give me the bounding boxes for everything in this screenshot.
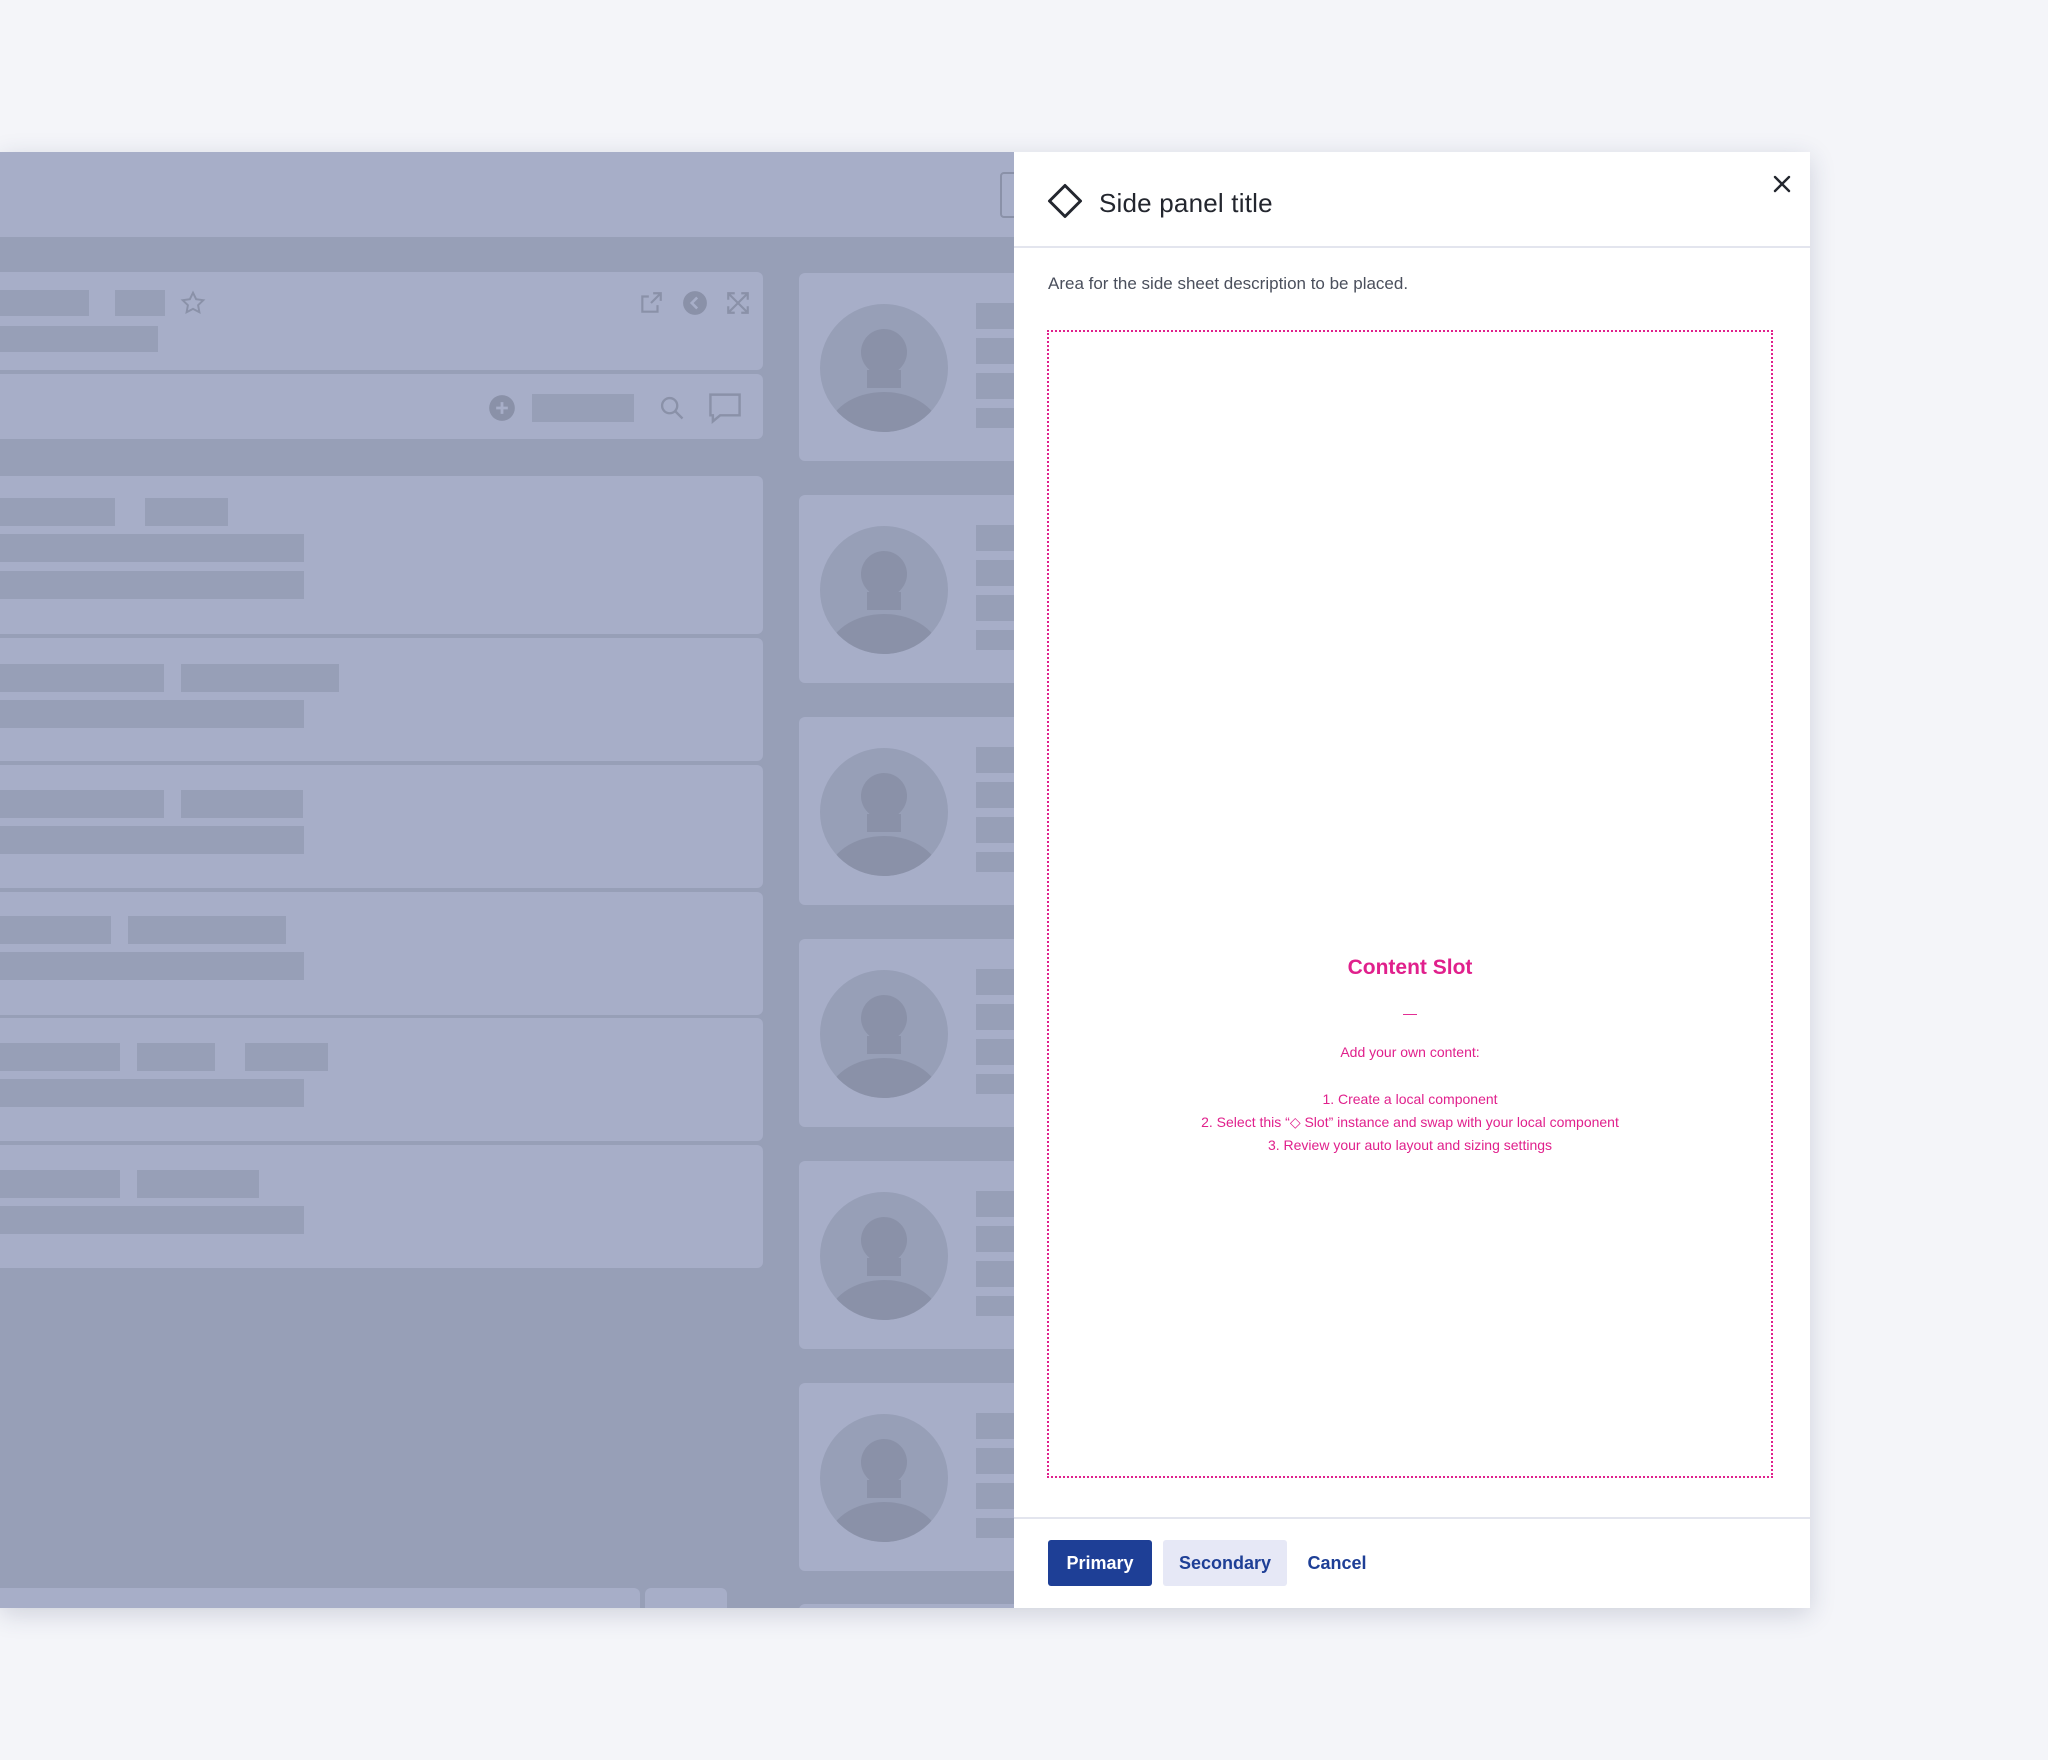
avatar-icon (820, 1414, 948, 1542)
back-icon (683, 291, 707, 315)
background-profile-card (799, 1161, 1014, 1349)
background-footer-card (645, 1588, 727, 1608)
diamond-icon (1048, 184, 1082, 218)
background-list-card (0, 1018, 763, 1141)
external-link-icon (641, 292, 662, 313)
primary-button[interactable]: Primary (1048, 1540, 1152, 1586)
avatar-icon (820, 1192, 948, 1320)
content-slot-steps: 1. Create a local component 2. Select th… (1049, 1088, 1771, 1157)
background-profile-card (799, 495, 1014, 683)
side-panel-description: Area for the side sheet description to b… (1048, 274, 1409, 293)
side-panel-header: Side panel title (1014, 152, 1810, 248)
background-list-card (0, 892, 763, 1015)
content-slot-step: 1. Create a local component (1322, 1091, 1498, 1107)
background-app-overlay[interactable] (0, 152, 1014, 1608)
background-top-bar (0, 152, 1014, 237)
add-icon (489, 395, 515, 421)
background-profile-card (799, 717, 1014, 905)
secondary-button[interactable]: Secondary (1163, 1540, 1287, 1586)
content-slot-title: Content Slot (1347, 956, 1473, 979)
star-icon (180, 290, 206, 315)
background-profile-card (799, 1383, 1014, 1571)
background-profile-card (799, 939, 1014, 1127)
content-slot-intro: Add your own content: (1340, 1044, 1480, 1060)
background-footer-card (799, 1604, 1014, 1608)
avatar-icon (820, 304, 948, 432)
avatar-icon (820, 748, 948, 876)
background-footer-card (0, 1588, 640, 1608)
side-panel-title: Side panel title (1099, 188, 1273, 218)
search-icon (660, 396, 684, 420)
side-panel-footer: Primary Secondary Cancel (1014, 1517, 1810, 1608)
cancel-button[interactable]: Cancel (1297, 1540, 1377, 1586)
comment-icon (709, 393, 741, 424)
background-profile-card (799, 273, 1014, 461)
side-panel: Side panel title Area for the side sheet… (1014, 152, 1810, 1608)
content-slot-step: 3. Review your auto layout and sizing se… (1267, 1137, 1553, 1153)
background-toolbar-card (0, 374, 763, 439)
background-list-card (0, 638, 763, 761)
background-list-card (0, 476, 763, 634)
close-icon[interactable] (1768, 170, 1796, 198)
background-header-card (0, 272, 763, 370)
content-slot-divider: — (1403, 1005, 1417, 1021)
background-list-card (0, 1145, 763, 1268)
avatar-icon (820, 970, 948, 1098)
content-slot[interactable]: Content Slot — Add your own content: 1. … (1047, 330, 1773, 1478)
content-slot-step: 2. Select this “◇ Slot” instance and swa… (1201, 1114, 1619, 1130)
app-window: Side panel title Area for the side sheet… (0, 152, 1810, 1608)
avatar-icon (820, 526, 948, 654)
background-list-card (0, 765, 763, 888)
background-tab (1000, 172, 1014, 218)
expand-icon (727, 292, 749, 314)
